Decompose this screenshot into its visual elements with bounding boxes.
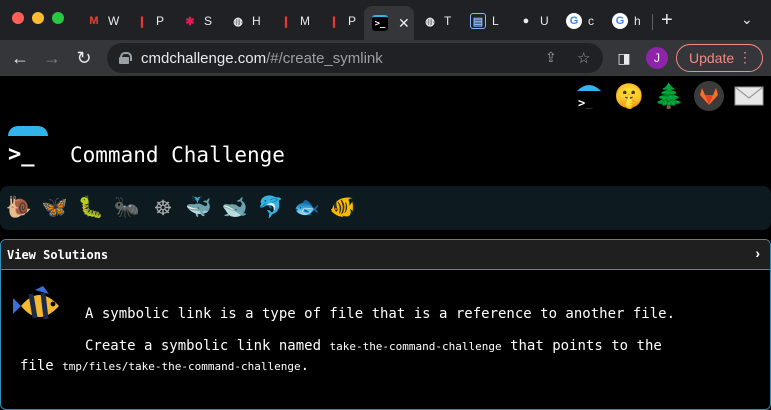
- tab-slack[interactable]: ✱ S: [174, 6, 212, 36]
- tab-m[interactable]: ❙ M: [270, 6, 310, 36]
- view-solutions-header[interactable]: View Solutions ›: [1, 240, 770, 270]
- terminal-icon: >_: [372, 15, 388, 31]
- instruction-text-start: Create a symbolic link named: [85, 338, 322, 354]
- challenge-instruction-line: Create a symbolic link named take-the-co…: [85, 338, 662, 354]
- red-app-icon: ❙: [281, 15, 291, 28]
- shush-emoji-icon[interactable]: 🤫: [614, 81, 644, 111]
- page-content: >_ 🤫 🌲 >_ Command Challenge 🐌 🦋 🐛 🐜 ☸ 🐳: [0, 76, 771, 410]
- red-app-icon: ❙: [137, 15, 147, 28]
- tropical-fish-icon: [13, 286, 59, 320]
- caterpillar-icon[interactable]: 🐛: [78, 195, 104, 221]
- whale-icon[interactable]: 🐳: [186, 195, 212, 221]
- tab-t[interactable]: ◍ T: [414, 6, 451, 36]
- tab-p1[interactable]: ❙ P: [126, 6, 164, 36]
- url-path: /#/create_symlink: [266, 49, 383, 67]
- cmdchallenge-logo[interactable]: >_: [6, 126, 48, 170]
- logo-prompt: >_: [8, 142, 35, 167]
- target-text-end: .: [300, 358, 310, 374]
- chevron-right-icon[interactable]: ›: [755, 245, 760, 261]
- level-selector: 🐌 🦋 🐛 🐜 ☸ 🐳 🐋 🐬 🐟 🐠: [0, 186, 771, 230]
- side-panel-icon[interactable]: ◨: [612, 46, 636, 70]
- bookmark-star-icon[interactable]: ☆: [577, 49, 590, 67]
- tab-active-cmdchallenge[interactable]: >_ ✕: [364, 6, 414, 40]
- lock-icon[interactable]: [119, 52, 132, 64]
- google-icon: G: [566, 13, 582, 29]
- cmdchallenge-icon[interactable]: >_: [574, 81, 604, 111]
- more-menu-icon[interactable]: ⋮: [738, 49, 752, 66]
- update-label: Update: [689, 50, 735, 66]
- tropical-fish-icon[interactable]: 🐠: [330, 195, 356, 221]
- cmdchallenge-logo-small: >_: [577, 85, 601, 109]
- maximize-window-button[interactable]: [52, 12, 64, 24]
- tab-h[interactable]: ◍ H: [222, 6, 260, 36]
- slack-icon: ✱: [185, 15, 195, 28]
- challenge-panel: View Solutions › A symbolic link is a ty…: [0, 239, 771, 410]
- tab-search-chevron-icon[interactable]: ⌄: [741, 11, 753, 28]
- challenge-target-line: file tmp/files/take-the-command-challeng…: [20, 358, 309, 374]
- url-host: cmdchallenge.com: [141, 49, 267, 67]
- update-button[interactable]: Update ⋮: [676, 44, 763, 72]
- globe-icon: ◍: [425, 15, 435, 28]
- browser-tab-strip: M W ❙ P ✱ S ◍ H ❙ M ❙ P >_ ✕ ◍ T ▤ L ● U…: [0, 0, 771, 40]
- reload-icon[interactable]: ↻: [72, 46, 96, 70]
- envelope-icon[interactable]: [734, 81, 764, 111]
- top-right-icons: >_ 🤫 🌲: [574, 78, 764, 114]
- fish-icon[interactable]: 🐟: [294, 195, 320, 221]
- tab-google-h[interactable]: G h: [604, 6, 641, 36]
- share-icon[interactable]: ⇪: [545, 49, 557, 66]
- challenge-intro-text: A symbolic link is a type of file that i…: [85, 306, 676, 322]
- instruction-text-end: that points to the: [510, 338, 662, 354]
- forward-arrow-icon[interactable]: →: [40, 46, 64, 70]
- ant-icon[interactable]: 🐜: [114, 195, 140, 221]
- symlink-name-code: take-the-command-challenge: [329, 340, 502, 353]
- ship-wheel-icon[interactable]: ☸: [150, 195, 176, 221]
- close-window-button[interactable]: [12, 12, 24, 24]
- target-text-start: file: [20, 358, 54, 374]
- snail-icon[interactable]: 🐌: [6, 195, 32, 221]
- tab-github[interactable]: ● U: [510, 6, 549, 36]
- tab-separator: [652, 14, 653, 30]
- butterfly-icon[interactable]: 🦋: [42, 195, 68, 221]
- tab-gmail[interactable]: M W: [78, 6, 119, 36]
- tab-p2[interactable]: ❙ P: [318, 6, 356, 36]
- docs-icon: ▤: [470, 13, 486, 29]
- browser-toolbar: ← → ↻ cmdchallenge.com/#/create_symlink …: [0, 40, 771, 76]
- github-icon: ●: [522, 15, 530, 27]
- address-bar[interactable]: cmdchallenge.com/#/create_symlink ⇪ ☆: [107, 43, 603, 73]
- whale-2-icon[interactable]: 🐋: [222, 195, 248, 221]
- target-path-code: tmp/files/take-the-command-challenge: [62, 360, 301, 373]
- new-tab-button[interactable]: +: [661, 9, 673, 32]
- red-app-icon: ❙: [329, 15, 339, 28]
- gitlab-logo: [700, 88, 718, 105]
- envelope-shape: [734, 86, 764, 106]
- tab-google-c[interactable]: G c: [558, 6, 594, 36]
- dolphin-icon[interactable]: 🐬: [258, 195, 284, 221]
- view-solutions-label: View Solutions: [7, 247, 109, 262]
- svg-text:>_: >_: [578, 96, 593, 109]
- back-arrow-icon[interactable]: ←: [8, 46, 32, 70]
- gmail-icon: M: [89, 15, 99, 27]
- gitlab-icon[interactable]: [694, 81, 724, 111]
- page-title: Command Challenge: [70, 143, 285, 167]
- minimize-window-button[interactable]: [32, 12, 44, 24]
- tree-icon[interactable]: 🌲: [654, 81, 684, 111]
- globe-icon: ◍: [233, 15, 243, 28]
- close-tab-icon[interactable]: ✕: [398, 15, 410, 32]
- google-icon: G: [612, 13, 628, 29]
- tab-l[interactable]: ▤ L: [462, 6, 499, 36]
- profile-avatar[interactable]: J: [646, 47, 668, 69]
- umbrella-shape: [8, 126, 48, 136]
